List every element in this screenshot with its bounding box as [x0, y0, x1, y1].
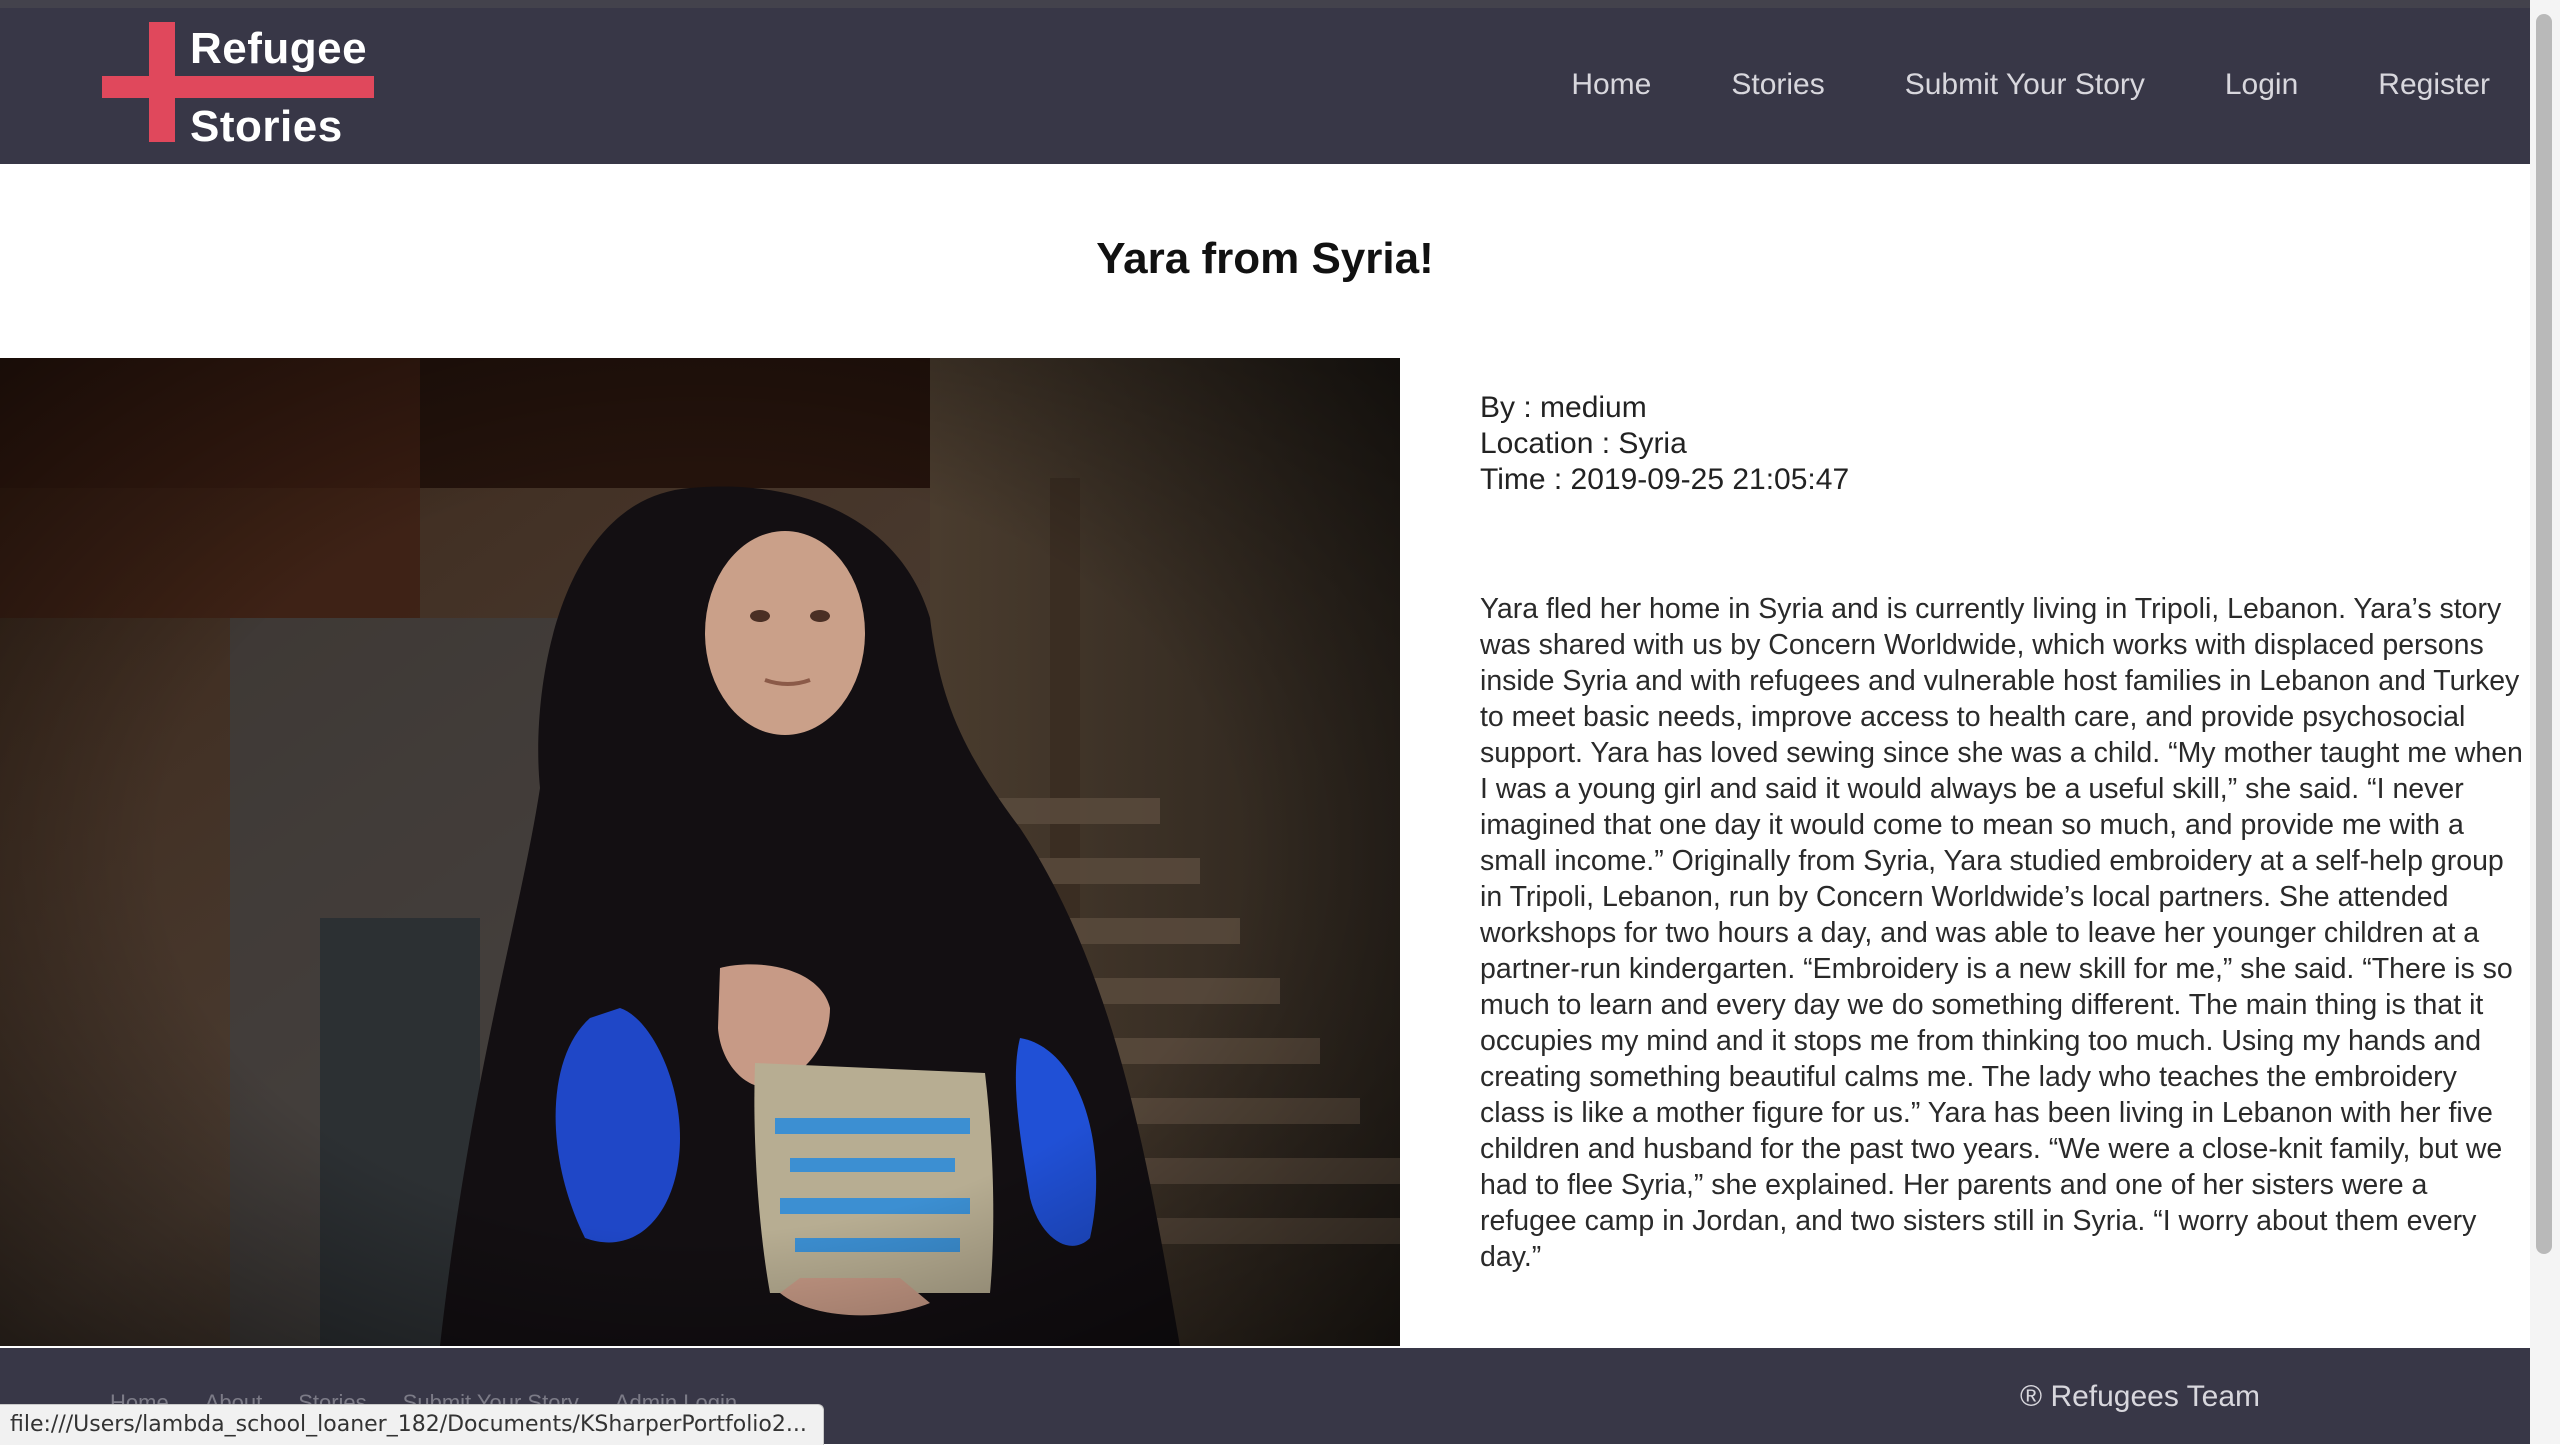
story-author: By : medium — [1480, 391, 1647, 424]
navbar: Refugee Stories Home Stories Submit Your… — [0, 8, 2530, 164]
nav-stories-link[interactable]: Stories — [1731, 68, 1824, 102]
story-body: Yara fled her home in Syria and is curre… — [1480, 592, 2523, 1273]
logo-cross-horizontal — [102, 76, 374, 98]
browser-status-url: file:///Users/lambda_school_loaner_182/D… — [0, 1404, 824, 1445]
nav-login-link[interactable]: Login — [2225, 68, 2298, 102]
story-title: Yara from Syria! — [1096, 234, 1434, 284]
main-nav: Home Stories Submit Your Story Login Reg… — [1491, 68, 2490, 102]
footer-copyright: ® Refugees Team — [2020, 1380, 2261, 1413]
logo-text-line2: Stories — [190, 102, 343, 151]
story-location: Location : Syria — [1480, 427, 1687, 460]
logo-text-line1: Refugee — [190, 24, 368, 73]
scrollbar-thumb[interactable] — [2536, 14, 2552, 1254]
nav-register-link[interactable]: Register — [2378, 68, 2490, 102]
story-time: Time : 2019-09-25 21:05:47 — [1480, 463, 1850, 496]
story-meta: By : medium Location : Syria Time : 2019… — [1480, 390, 1849, 498]
site-logo[interactable]: Refugee Stories — [100, 22, 380, 152]
nav-home-link[interactable]: Home — [1571, 68, 1651, 102]
window-top-strip — [0, 0, 2530, 8]
nav-submit-story-link[interactable]: Submit Your Story — [1905, 68, 2145, 102]
story-photo — [0, 358, 1400, 1346]
